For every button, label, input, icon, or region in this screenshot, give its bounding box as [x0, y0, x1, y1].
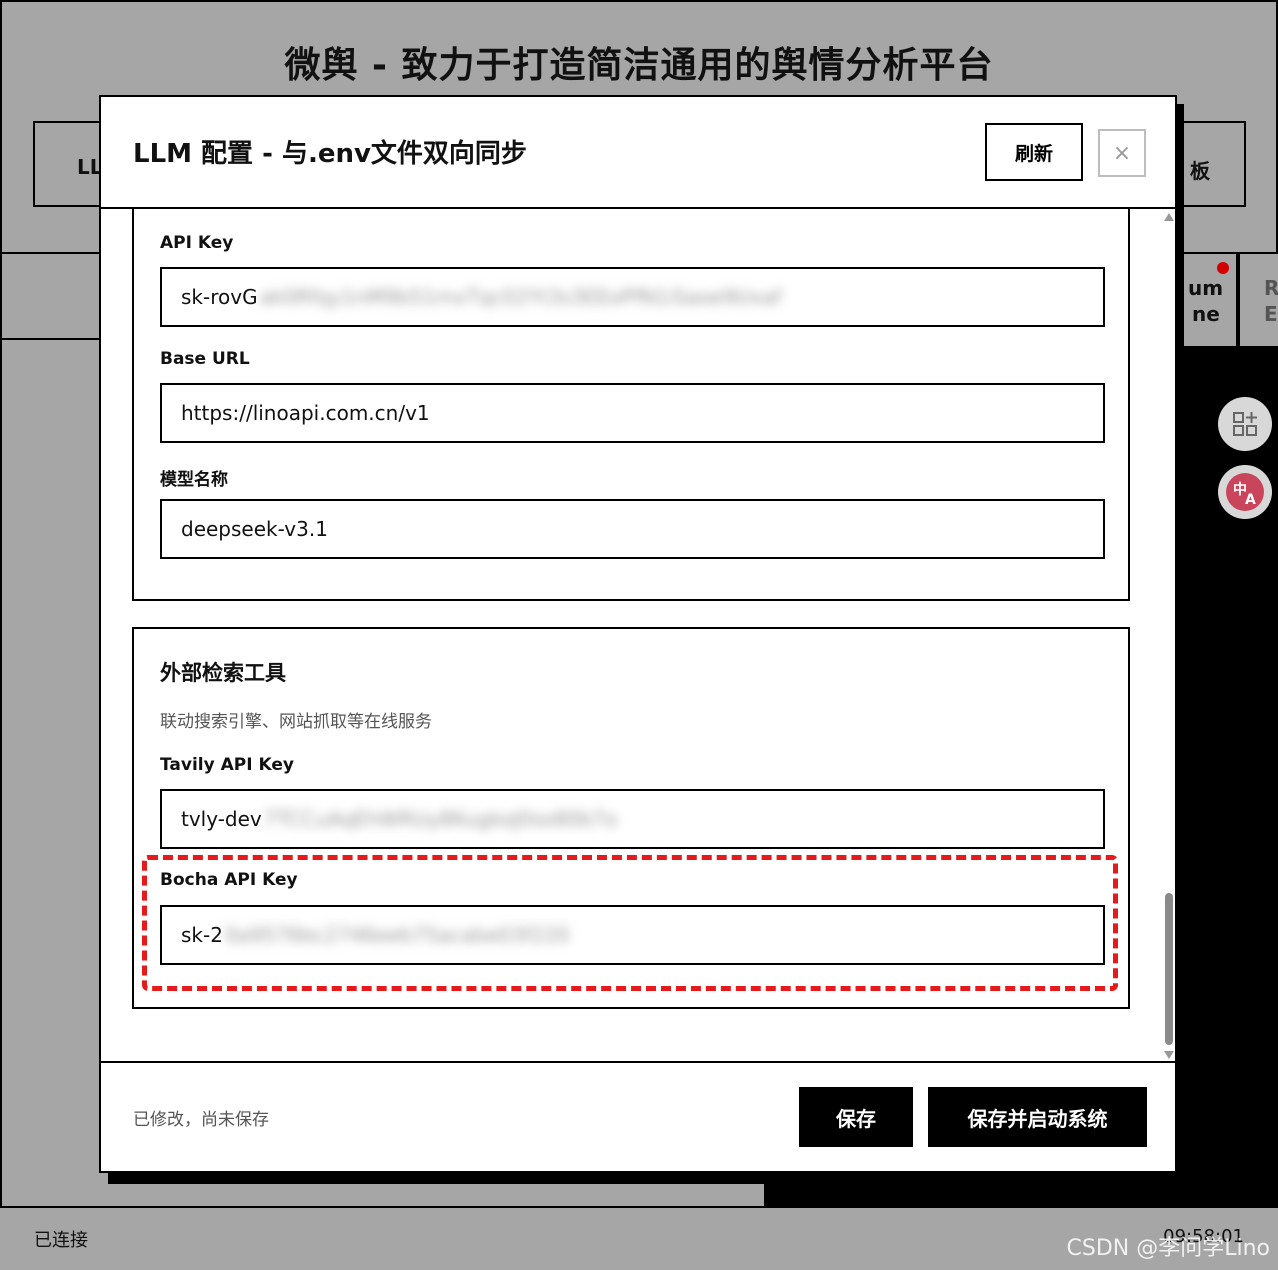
watermark: CSDN @李问学Lino [1066, 1236, 1271, 1261]
apps-icon [1233, 412, 1257, 436]
bg-tab-right-line1: um [1188, 276, 1224, 300]
modal-title: LLM 配置 - 与.env文件双向同步 [133, 139, 527, 169]
modal-scrollbar[interactable] [1162, 209, 1176, 1061]
base-url-label: Base URL [160, 349, 250, 369]
bg-tab-right-2-line1: R [1264, 276, 1278, 300]
svg-text:A: A [1245, 492, 1256, 508]
save-button[interactable]: 保存 [799, 1087, 913, 1147]
scroll-thumb[interactable] [1165, 893, 1173, 1045]
notification-dot [1217, 262, 1229, 274]
translate-button[interactable]: 中 A [1218, 465, 1272, 519]
bg-tab-right-2-line2: E [1264, 302, 1278, 326]
model-name-value: deepseek-v3.1 [181, 517, 328, 541]
api-key-input[interactable]: sk-rovG ak0Rfqy1nM9b51mxTqc02Yt3s3EEoPfN1… [160, 267, 1105, 327]
base-url-value: https://linoapi.com.cn/v1 [181, 401, 430, 425]
scroll-up-arrow-icon[interactable] [1164, 213, 1174, 221]
bg-tab-right-line2: ne [1192, 302, 1220, 326]
save-and-start-button[interactable]: 保存并启动系统 [928, 1087, 1147, 1147]
base-url-input[interactable]: https://linoapi.com.cn/v1 [160, 383, 1105, 443]
search-tools-title: 外部检索工具 [160, 661, 286, 685]
bg-tab-right-2[interactable]: R E [1238, 254, 1278, 348]
api-key-label: API Key [160, 233, 234, 253]
modal-body[interactable]: API Key sk-rovG ak0Rfqy1nM9b51mxTqc02Yt3s… [101, 209, 1175, 1061]
tavily-api-key-masked: 7TCCuAqEhWRUy8KugkoJ0so80b7o [263, 807, 618, 831]
bg-divider-left [0, 338, 100, 340]
translate-icon: 中 A [1226, 473, 1264, 511]
api-key-value: sk-rovG [181, 285, 258, 309]
tavily-api-key-label: Tavily API Key [160, 755, 294, 775]
tavily-api-key-input[interactable]: tvly-dev 7TCCuAqEhWRUy8KugkoJ0so80b7o [160, 789, 1105, 849]
modal-header: LLM 配置 - 与.env文件双向同步 刷新 × [101, 97, 1175, 209]
scroll-down-arrow-icon[interactable] [1164, 1051, 1174, 1059]
apps-button[interactable] [1218, 397, 1272, 451]
api-key-masked: ak0Rfqy1nM9b51mxTqc02Yt3s3EEoPfN1iSaoe9U… [259, 285, 782, 309]
modal-footer: 已修改，尚未保存 保存 保存并启动系统 [101, 1061, 1175, 1173]
model-name-input[interactable]: deepseek-v3.1 [160, 499, 1105, 559]
bocha-highlight-box [142, 855, 1118, 991]
search-tools-subtitle: 联动搜索引擎、网站抓取等在线服务 [160, 712, 432, 732]
refresh-button[interactable]: 刷新 [985, 123, 1083, 181]
close-button[interactable]: × [1098, 129, 1146, 177]
unsaved-status: 已修改，尚未保存 [133, 1110, 269, 1130]
tavily-api-key-value: tvly-dev [181, 807, 262, 831]
close-icon: × [1112, 140, 1132, 166]
llm-section: API Key sk-rovG ak0Rfqy1nM9b51mxTqc02Yt3s… [132, 209, 1130, 601]
llm-config-modal: LLM 配置 - 与.env文件双向同步 刷新 × API Key sk-rov… [99, 95, 1177, 1173]
app-title: 微舆 - 致力于打造简洁通用的舆情分析平台 [284, 45, 994, 86]
model-name-label: 模型名称 [160, 470, 228, 490]
connection-status: 已连接 [34, 1230, 88, 1251]
bg-card-right-label: 板 [1190, 159, 1210, 183]
